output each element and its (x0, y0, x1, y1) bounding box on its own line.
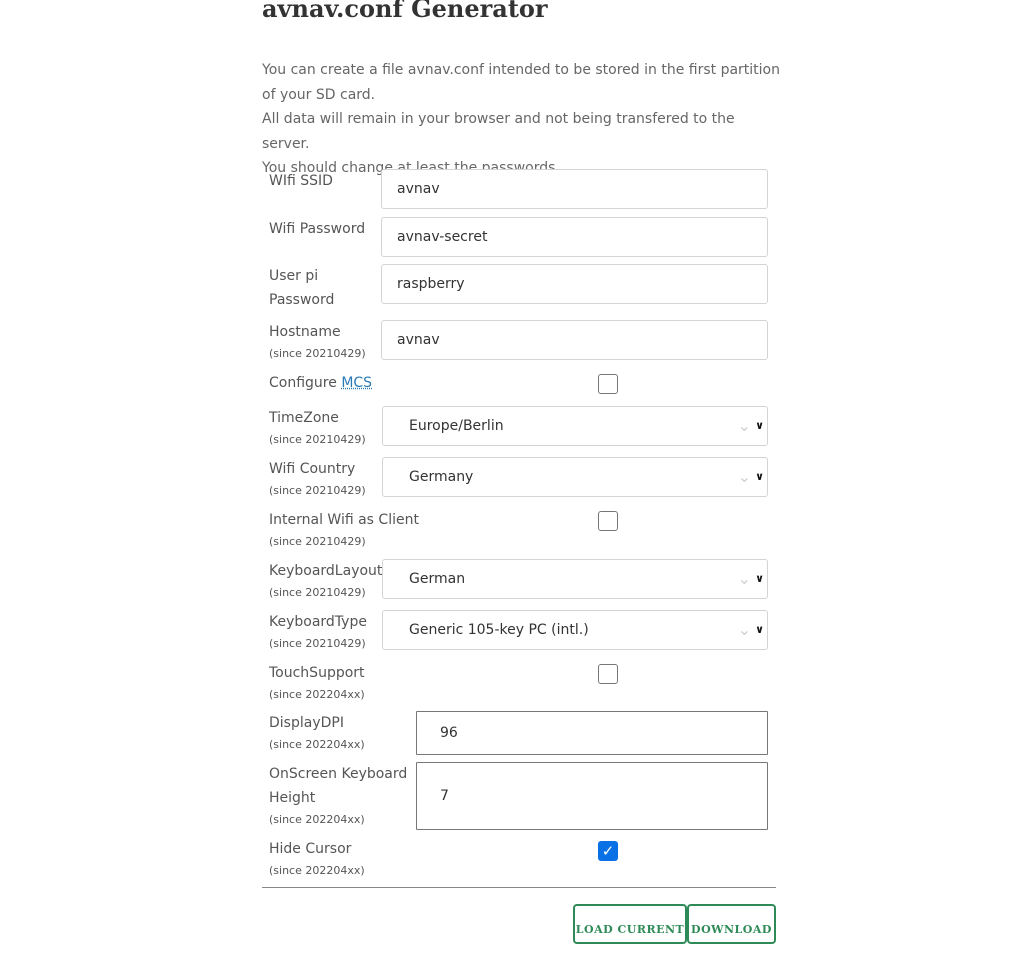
onscreen-keyboard-height-row: OnScreen Keyboard Height (since 202204xx… (262, 762, 776, 830)
wifi-ssid-row: WIfi SSID (262, 169, 776, 209)
page-title: avnav.conf Generator (262, 0, 548, 23)
onscreen-keyboard-height-label-text: OnScreen Keyboard Height (269, 766, 408, 806)
intro-text: You can create a file avnav.conf intende… (262, 58, 782, 181)
keyboard-layout-since: (since 20210429) (269, 586, 366, 599)
configure-mcs-checkbox[interactable] (598, 374, 618, 394)
timezone-label: TimeZone (since 20210429) (269, 406, 366, 450)
onscreen-keyboard-height-since: (since 202204xx) (269, 813, 365, 826)
touch-support-label: TouchSupport (since 202204xx) (269, 661, 365, 705)
keyboard-layout-label-text: KeyboardLayout (269, 563, 383, 579)
timezone-label-text: TimeZone (269, 410, 339, 426)
intro-line-2: All data will remain in your browser and… (262, 111, 735, 152)
wifi-ssid-label: WIfi SSID (269, 173, 333, 189)
hostname-label: Hostname (since 20210429) (269, 320, 366, 364)
timezone-since: (since 20210429) (269, 433, 366, 446)
configure-mcs-prefix: Configure (269, 375, 342, 391)
timezone-row: TimeZone (since 20210429) Europe/Berlin … (262, 406, 776, 450)
keyboard-layout-select[interactable]: German ⌄ ∨ (382, 559, 768, 599)
internal-wifi-client-since: (since 20210429) (269, 535, 366, 548)
keyboard-type-label: KeyboardType (since 20210429) (269, 610, 367, 654)
configure-mcs-row: Configure MCS (262, 371, 776, 399)
onscreen-keyboard-height-label: OnScreen Keyboard Height (since 202204xx… (269, 762, 414, 830)
select-arrow-icon: ∨ (755, 419, 764, 432)
wifi-country-selected-value: Germany (409, 469, 474, 485)
internal-wifi-client-row: Internal Wifi as Client (since 20210429) (262, 508, 776, 552)
select-arrow-icon: ∨ (755, 623, 764, 636)
form-divider (262, 887, 776, 888)
wifi-country-select[interactable]: Germany ⌄ ∨ (382, 457, 768, 497)
chevron-down-icon: ⌄ (737, 416, 751, 435)
intro-line-1: You can create a file avnav.conf intende… (262, 62, 780, 103)
wifi-country-since: (since 20210429) (269, 484, 366, 497)
hide-cursor-label: Hide Cursor (since 202204xx) (269, 837, 365, 881)
wifi-password-input[interactable] (381, 217, 768, 257)
internal-wifi-client-label-text: Internal Wifi as Client (269, 512, 419, 528)
display-dpi-label-text: DisplayDPI (269, 715, 344, 731)
wifi-country-label-text: Wifi Country (269, 461, 356, 477)
hide-cursor-checkbox[interactable]: ✓ (598, 841, 618, 861)
keyboard-type-selected-value: Generic 105-key PC (intl.) (409, 622, 589, 638)
keyboard-type-since: (since 20210429) (269, 637, 366, 650)
timezone-select[interactable]: Europe/Berlin ⌄ ∨ (382, 406, 768, 446)
hostname-input[interactable] (381, 320, 768, 360)
download-button[interactable]: Download (687, 904, 776, 944)
chevron-down-icon: ⌄ (737, 467, 751, 486)
user-pi-password-row: User pi Password (262, 264, 776, 312)
internal-wifi-client-label: Internal Wifi as Client (since 20210429) (269, 508, 419, 552)
wifi-country-row: Wifi Country (since 20210429) Germany ⌄ … (262, 457, 776, 501)
chevron-down-icon: ⌄ (737, 569, 751, 588)
hostname-row: Hostname (since 20210429) (262, 320, 776, 364)
hide-cursor-since: (since 202204xx) (269, 864, 365, 877)
display-dpi-since: (since 202204xx) (269, 738, 365, 751)
keyboard-layout-label: KeyboardLayout (since 20210429) (269, 559, 382, 603)
timezone-selected-value: Europe/Berlin (409, 418, 504, 434)
keyboard-type-row: KeyboardType (since 20210429) Generic 10… (262, 610, 776, 654)
keyboard-type-label-text: KeyboardType (269, 614, 367, 630)
display-dpi-label: DisplayDPI (since 202204xx) (269, 711, 365, 755)
keyboard-type-select[interactable]: Generic 105-key PC (intl.) ⌄ ∨ (382, 610, 768, 650)
internal-wifi-client-checkbox[interactable] (598, 511, 618, 531)
onscreen-keyboard-height-input[interactable] (416, 762, 768, 830)
display-dpi-row: DisplayDPI (since 202204xx) (262, 711, 776, 755)
touch-support-row: TouchSupport (since 202204xx) (262, 661, 776, 705)
hide-cursor-row: Hide Cursor (since 202204xx) ✓ (262, 837, 776, 881)
keyboard-layout-row: KeyboardLayout (since 20210429) German ⌄… (262, 559, 776, 603)
select-arrow-icon: ∨ (755, 572, 764, 585)
configure-mcs-label: Configure MCS (269, 371, 372, 395)
hostname-since: (since 20210429) (269, 347, 366, 360)
touch-support-since: (since 202204xx) (269, 688, 365, 701)
touch-support-checkbox[interactable] (598, 664, 618, 684)
wifi-password-row: Wifi Password (262, 217, 776, 257)
hide-cursor-label-text: Hide Cursor (269, 841, 352, 857)
hostname-label-text: Hostname (269, 324, 341, 340)
wifi-password-label: Wifi Password (269, 221, 366, 237)
user-pi-password-input[interactable] (381, 264, 768, 304)
user-pi-password-label: User pi Password (269, 268, 335, 308)
keyboard-layout-selected-value: German (409, 571, 466, 587)
display-dpi-input[interactable] (416, 711, 768, 755)
check-icon: ✓ (601, 842, 615, 860)
wifi-ssid-input[interactable] (381, 169, 768, 209)
select-arrow-icon: ∨ (755, 470, 764, 483)
chevron-down-icon: ⌄ (737, 620, 751, 639)
touch-support-label-text: TouchSupport (269, 665, 365, 681)
load-current-button[interactable]: Load current (573, 904, 687, 944)
wifi-country-label: Wifi Country (since 20210429) (269, 457, 366, 501)
mcs-link[interactable]: MCS (341, 375, 372, 391)
